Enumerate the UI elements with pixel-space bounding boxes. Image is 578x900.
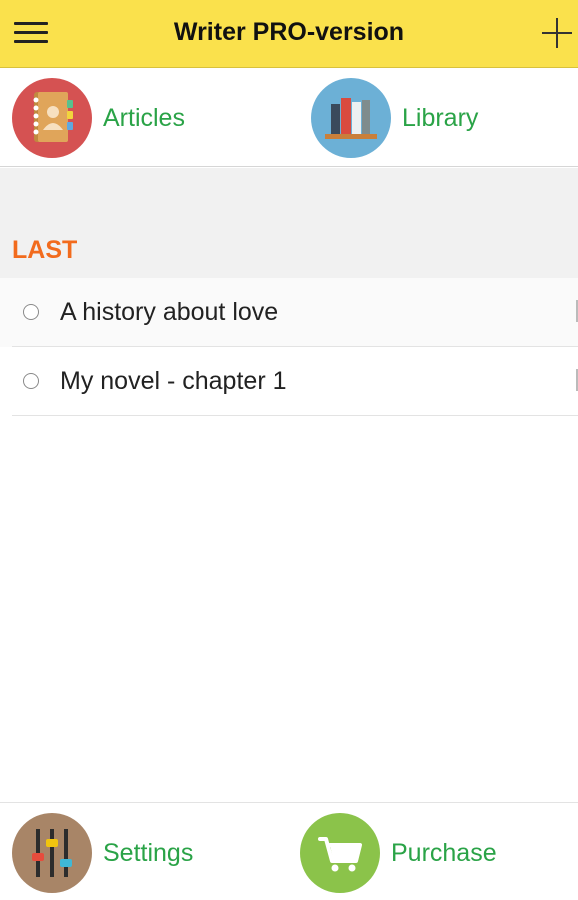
section-header-band	[0, 168, 578, 278]
app-bar: Writer PRO-version	[0, 0, 578, 68]
list-item-label: A history about love	[60, 298, 279, 326]
radio-button[interactable]	[23, 373, 39, 389]
settings-button[interactable]: Settings	[12, 813, 193, 893]
purchase-label: Purchase	[391, 838, 497, 867]
recent-list: A history about love My novel - chapter …	[0, 278, 578, 416]
app-title: Writer PRO-version	[173, 18, 405, 46]
plus-icon[interactable]	[542, 18, 572, 48]
articles-button[interactable]: Articles	[12, 78, 185, 158]
library-label: Library	[402, 103, 479, 132]
shopping-cart-icon	[300, 813, 380, 893]
divider	[12, 415, 578, 416]
settings-label: Settings	[103, 838, 194, 867]
books-on-shelf-icon	[311, 78, 391, 158]
list-item[interactable]: A history about love	[0, 278, 578, 347]
address-book-icon	[12, 78, 92, 158]
radio-button[interactable]	[23, 304, 39, 320]
purchase-button[interactable]: Purchase	[300, 813, 497, 893]
bottom-nav: Settings Purchase	[0, 802, 578, 900]
library-button[interactable]: Library	[311, 78, 478, 158]
section-title-last: LAST	[12, 236, 78, 264]
equalizer-sliders-icon	[12, 813, 92, 893]
list-item-label: My novel - chapter 1	[60, 367, 287, 395]
articles-label: Articles	[103, 103, 185, 132]
list-item[interactable]: My novel - chapter 1	[0, 347, 578, 416]
top-nav: Articles Library	[0, 68, 578, 167]
